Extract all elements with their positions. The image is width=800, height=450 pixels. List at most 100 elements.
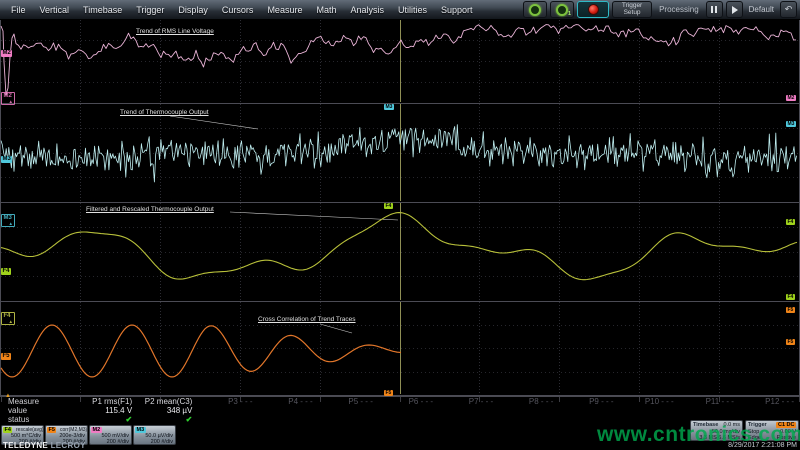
right-edge-tag-f4: F4 bbox=[786, 219, 795, 225]
measure-status-p4 bbox=[259, 415, 319, 424]
grid-edge-tag-f5: F5 bbox=[384, 390, 393, 396]
right-edge-tag-m3: M3 bbox=[786, 121, 796, 127]
record-icon bbox=[588, 4, 599, 15]
trace-label-m2: M2▲ bbox=[1, 92, 15, 105]
menu: FileVerticalTimebaseTriggerDisplayCursor… bbox=[0, 5, 480, 15]
right-edge-tag-f5: F5 bbox=[786, 307, 795, 313]
measure-value-p1: 115.4 V bbox=[78, 406, 138, 415]
measure-col-p12[interactable]: P12 - - - bbox=[740, 397, 800, 406]
descriptor-m3[interactable]: M350.0 µV/div200 #/div bbox=[133, 425, 176, 445]
menu-item-support[interactable]: Support bbox=[434, 5, 480, 15]
measure-status-p8 bbox=[499, 415, 559, 424]
measure-col-p3[interactable]: P3 - - - bbox=[198, 397, 258, 406]
default-button[interactable]: Default bbox=[746, 5, 777, 14]
measure-value-p5 bbox=[319, 406, 379, 415]
measure-value-p11 bbox=[680, 406, 740, 415]
measure-col-p1[interactable]: P1 rms(F1) bbox=[78, 397, 138, 406]
descriptor-m2[interactable]: M2500 mV/div200 #/div bbox=[89, 425, 132, 445]
trace-label-f4[interactable]: F4 bbox=[1, 268, 11, 275]
descriptor-chip-f5: F5 bbox=[47, 427, 56, 433]
undo-button[interactable]: ↶ bbox=[780, 1, 797, 18]
descriptor-hdiv: 200 #/div bbox=[107, 439, 129, 445]
measure-value-p2: 348 µV bbox=[138, 406, 198, 415]
measure-row-measure: MeasureP1 rms(F1)P2 mean(C3)P3 - - -P4 -… bbox=[0, 397, 800, 406]
measure-col-p8[interactable]: P8 - - - bbox=[499, 397, 559, 406]
toolbar: 1 Trigger Setup Processing Default ↶ bbox=[523, 1, 800, 18]
right-edge-tag-f5: F5 bbox=[786, 339, 795, 345]
trigger-setup-button[interactable]: Trigger Setup bbox=[612, 1, 652, 18]
measure-indicator-icon: ▲ bbox=[5, 393, 11, 399]
trace-F4 bbox=[1, 213, 797, 280]
measure-col-p10[interactable]: P10 - - - bbox=[620, 397, 680, 406]
descriptor-hdiv: 200 #/div bbox=[151, 439, 173, 445]
menu-item-display[interactable]: Display bbox=[171, 5, 215, 15]
oscilloscope-screen: FileVerticalTimebaseTriggerDisplayCursor… bbox=[0, 0, 800, 450]
menu-item-file[interactable]: File bbox=[4, 5, 33, 15]
menu-item-timebase[interactable]: Timebase bbox=[76, 5, 129, 15]
measure-status-p1: ✔ bbox=[78, 415, 138, 424]
menu-item-vertical[interactable]: Vertical bbox=[33, 5, 77, 15]
trace-label-m3[interactable]: M3 bbox=[1, 156, 12, 163]
measure-row-label: value bbox=[0, 406, 78, 415]
menu-item-math[interactable]: Math bbox=[309, 5, 343, 15]
trace-label-f4: F4▲ bbox=[1, 312, 15, 325]
trace-annotation-4: Cross Correlation of Trend Traces bbox=[258, 316, 356, 323]
trace-F5 bbox=[1, 325, 401, 377]
record-button[interactable] bbox=[577, 1, 609, 18]
annotation-leader bbox=[320, 324, 352, 333]
trace-M2 bbox=[1, 25, 796, 95]
top-menu-bar: FileVerticalTimebaseTriggerDisplayCursor… bbox=[0, 0, 800, 20]
annotation-leader bbox=[230, 212, 398, 220]
measure-col-p5[interactable]: P5 - - - bbox=[319, 397, 379, 406]
measure-status-p3 bbox=[198, 415, 258, 424]
measure-value-p12 bbox=[740, 406, 800, 415]
capture-button[interactable] bbox=[523, 1, 547, 18]
measure-col-p11[interactable]: P11 - - - bbox=[680, 397, 740, 406]
measure-col-p2[interactable]: P2 mean(C3) bbox=[138, 397, 198, 406]
grid-edge-tag-m3: M3 bbox=[384, 104, 394, 110]
measure-row-label: status bbox=[0, 415, 78, 424]
processing-status: Processing bbox=[655, 5, 703, 14]
measure-value-p3 bbox=[198, 406, 258, 415]
measure-value-p7 bbox=[439, 406, 499, 415]
measure-col-p4[interactable]: P4 - - - bbox=[259, 397, 319, 406]
measure-col-p7[interactable]: P7 - - - bbox=[439, 397, 499, 406]
measure-value-p9 bbox=[559, 406, 619, 415]
descriptor-chip-m3: M3 bbox=[135, 427, 146, 433]
measure-status-p2: ✔ bbox=[138, 415, 198, 424]
descriptor-chip-m2: M2 bbox=[91, 427, 102, 433]
trace-label-f5[interactable]: F5 bbox=[1, 353, 11, 360]
menu-item-measure[interactable]: Measure bbox=[260, 5, 309, 15]
measure-value-p10 bbox=[620, 406, 680, 415]
measure-status-p7 bbox=[439, 415, 499, 424]
pause-button[interactable] bbox=[706, 1, 723, 18]
measure-value-p4 bbox=[259, 406, 319, 415]
menu-item-trigger[interactable]: Trigger bbox=[129, 5, 171, 15]
undo-icon: ↶ bbox=[785, 4, 793, 15]
measure-table: ▲ MeasureP1 rms(F1)P2 mean(C3)P3 - - -P4… bbox=[0, 396, 800, 425]
pause-icon bbox=[711, 6, 713, 13]
measure-row-value: value115.4 V348 µV bbox=[0, 406, 800, 415]
capture-one-button[interactable]: 1 bbox=[550, 1, 574, 18]
measure-col-p9[interactable]: P9 - - - bbox=[559, 397, 619, 406]
capture-icon bbox=[529, 4, 541, 16]
play-button[interactable] bbox=[726, 1, 743, 18]
measure-col-p6[interactable]: P6 - - - bbox=[379, 397, 439, 406]
trace-label-m2[interactable]: M2 bbox=[1, 50, 12, 57]
trace-annotation-2: Trend of Thermocouple Output bbox=[120, 109, 209, 116]
menu-item-analysis[interactable]: Analysis bbox=[343, 5, 391, 15]
waveform-display bbox=[0, 0, 800, 450]
play-icon bbox=[732, 6, 738, 14]
measure-status-p5 bbox=[319, 415, 379, 424]
right-edge-tag-f4: F4 bbox=[786, 294, 795, 300]
grid-edge-tag-f4: F4 bbox=[384, 203, 393, 209]
badge-one: 1 bbox=[568, 11, 571, 17]
menu-item-cursors[interactable]: Cursors bbox=[215, 5, 261, 15]
trace-label-m3: M3▲ bbox=[1, 214, 15, 227]
trace-annotation-3: Filtered and Rescaled Thermocouple Outpu… bbox=[86, 206, 214, 213]
trace-annotation-1: Trend of RMS Line Voltage bbox=[136, 28, 214, 35]
watermark: www.cntronics.com bbox=[597, 423, 800, 447]
menu-item-utilities[interactable]: Utilities bbox=[391, 5, 434, 15]
measure-status-p6 bbox=[379, 415, 439, 424]
teledyne-lecroy-logo: TELEDYNE LECROY bbox=[3, 441, 86, 450]
